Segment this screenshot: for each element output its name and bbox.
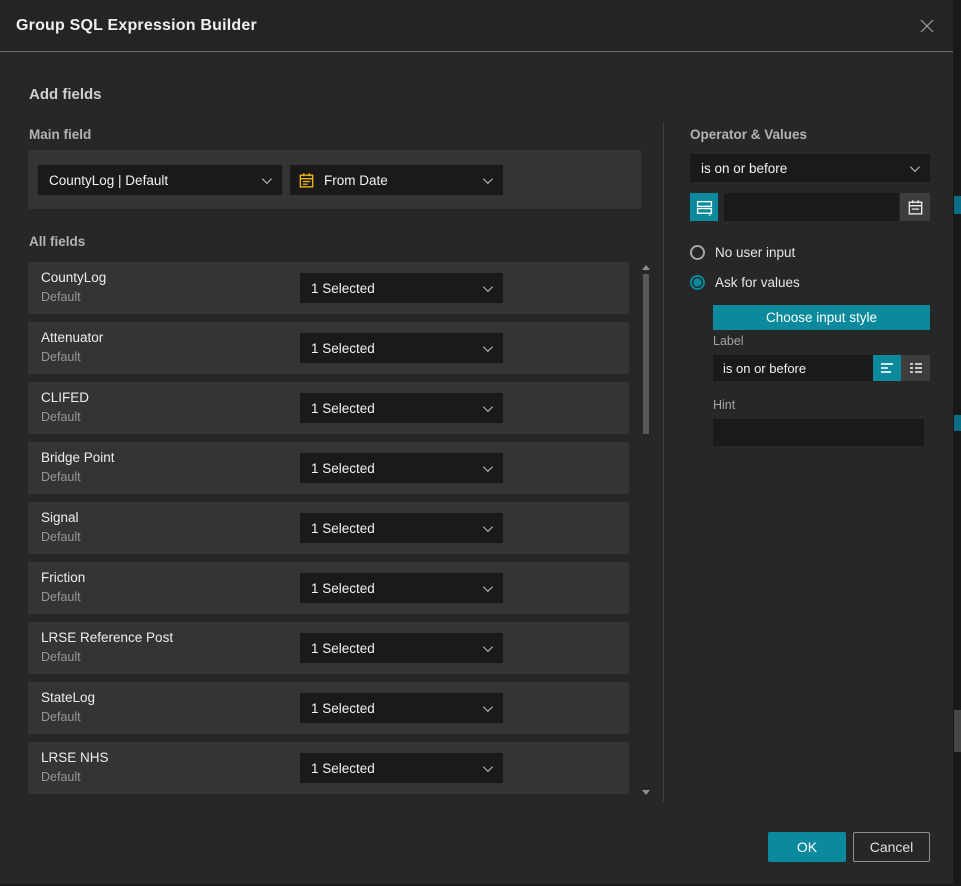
all-fields-label: All fields xyxy=(29,234,85,249)
group-sql-expression-builder-dialog: Group SQL Expression Builder Add fields … xyxy=(0,0,953,884)
field-selection-value: 1 Selected xyxy=(300,641,483,656)
list-options-icon[interactable] xyxy=(901,355,930,381)
field-name: Bridge Point xyxy=(41,450,115,465)
field-selection-value: 1 Selected xyxy=(300,401,483,416)
field-row-lrse-nhs: LRSE NHS Default 1 Selected xyxy=(28,742,629,794)
choose-input-style-button[interactable]: Choose input style xyxy=(713,305,930,330)
chevron-down-icon xyxy=(483,522,493,532)
field-sublabel: Default xyxy=(41,350,81,364)
hint-field-label: Hint xyxy=(713,398,735,412)
field-row-countylog: CountyLog Default 1 Selected xyxy=(28,262,629,314)
close-icon[interactable] xyxy=(915,14,939,38)
field-row-statelog: StateLog Default 1 Selected xyxy=(28,682,629,734)
radio-label: No user input xyxy=(715,245,795,260)
field-selection-value: 1 Selected xyxy=(300,461,483,476)
calendar-date-icon xyxy=(298,172,315,189)
operator-values-heading: Operator & Values xyxy=(690,127,807,142)
field-name: Friction xyxy=(41,570,85,585)
field-name: Attenuator xyxy=(41,330,103,345)
radio-no-user-input[interactable]: No user input xyxy=(690,245,795,260)
scrollbar-up-arrow[interactable] xyxy=(642,265,650,270)
background-fragment-gray xyxy=(954,710,961,752)
radio-ask-for-values[interactable]: Ask for values xyxy=(690,275,800,290)
date-value-input[interactable] xyxy=(724,193,899,221)
chevron-down-icon xyxy=(910,162,920,172)
field-name: CountyLog xyxy=(41,270,106,285)
chevron-down-icon xyxy=(483,462,493,472)
field-row-clifed: CLIFED Default 1 Selected xyxy=(28,382,629,434)
add-fields-heading: Add fields xyxy=(29,86,102,103)
chevron-down-icon xyxy=(483,174,493,184)
field-selection-select[interactable]: 1 Selected xyxy=(300,273,503,303)
field-name: StateLog xyxy=(41,690,95,705)
field-selection-select[interactable]: 1 Selected xyxy=(300,693,503,723)
field-selection-value: 1 Selected xyxy=(300,281,483,296)
field-sublabel: Default xyxy=(41,530,81,544)
main-field-layer-select-value: CountyLog | Default xyxy=(38,173,262,188)
ok-button[interactable]: OK xyxy=(768,832,846,862)
dialog-titlebar: Group SQL Expression Builder xyxy=(0,0,953,52)
field-sublabel: Default xyxy=(41,710,81,724)
field-selection-select[interactable]: 1 Selected xyxy=(300,453,503,483)
chevron-down-icon xyxy=(483,282,493,292)
operator-select[interactable]: is on or before xyxy=(690,154,930,182)
field-selection-select[interactable]: 1 Selected xyxy=(300,633,503,663)
main-field-layer-select[interactable]: CountyLog | Default xyxy=(38,165,282,195)
panel-divider xyxy=(663,122,664,802)
field-row-bridge-point: Bridge Point Default 1 Selected xyxy=(28,442,629,494)
label-input[interactable] xyxy=(713,355,873,381)
chevron-down-icon xyxy=(483,402,493,412)
scrollbar-down-arrow[interactable] xyxy=(642,790,650,795)
input-type-selector-icon[interactable] xyxy=(690,193,718,221)
field-row-signal: Signal Default 1 Selected xyxy=(28,502,629,554)
background-fragment-teal-1 xyxy=(954,196,961,214)
background-fragment-teal-2 xyxy=(954,415,961,431)
field-selection-value: 1 Selected xyxy=(300,581,483,596)
field-sublabel: Default xyxy=(41,770,81,784)
field-selection-select[interactable]: 1 Selected xyxy=(300,513,503,543)
chevron-down-icon xyxy=(483,642,493,652)
main-field-label: Main field xyxy=(29,127,91,142)
field-name: LRSE Reference Post xyxy=(41,630,173,645)
field-sublabel: Default xyxy=(41,290,81,304)
main-field-panel: CountyLog | Default From Date xyxy=(28,150,641,209)
single-line-input-icon[interactable] xyxy=(873,355,901,381)
radio-label: Ask for values xyxy=(715,275,800,290)
field-selection-value: 1 Selected xyxy=(300,761,483,776)
chevron-down-icon xyxy=(483,762,493,772)
chevron-down-icon xyxy=(483,342,493,352)
cancel-button[interactable]: Cancel xyxy=(853,832,930,862)
field-selection-select[interactable]: 1 Selected xyxy=(300,333,503,363)
field-row-friction: Friction Default 1 Selected xyxy=(28,562,629,614)
chevron-down-icon xyxy=(262,174,272,184)
scrollbar-thumb[interactable] xyxy=(643,274,649,434)
field-selection-select[interactable]: 1 Selected xyxy=(300,573,503,603)
field-sublabel: Default xyxy=(41,590,81,604)
field-selection-value: 1 Selected xyxy=(300,521,483,536)
main-field-field-select[interactable]: From Date xyxy=(290,165,503,195)
label-field-label: Label xyxy=(713,334,744,348)
calendar-icon[interactable] xyxy=(900,193,930,221)
field-row-lrse-reference-post: LRSE Reference Post Default 1 Selected xyxy=(28,622,629,674)
field-sublabel: Default xyxy=(41,410,81,424)
dialog-title: Group SQL Expression Builder xyxy=(16,17,257,35)
chevron-down-icon xyxy=(483,582,493,592)
hint-input[interactable] xyxy=(713,419,924,446)
field-selection-select[interactable]: 1 Selected xyxy=(300,753,503,783)
field-row-attenuator: Attenuator Default 1 Selected xyxy=(28,322,629,374)
field-selection-value: 1 Selected xyxy=(300,701,483,716)
field-name: CLIFED xyxy=(41,390,89,405)
chevron-down-icon xyxy=(483,702,493,712)
radio-circle-checked xyxy=(690,275,705,290)
field-sublabel: Default xyxy=(41,470,81,484)
field-sublabel: Default xyxy=(41,650,81,664)
field-name: Signal xyxy=(41,510,79,525)
radio-circle-unchecked xyxy=(690,245,705,260)
field-selection-select[interactable]: 1 Selected xyxy=(300,393,503,423)
field-name: LRSE NHS xyxy=(41,750,109,765)
field-selection-value: 1 Selected xyxy=(300,341,483,356)
operator-select-value: is on or before xyxy=(690,161,910,176)
main-field-field-select-value: From Date xyxy=(315,173,483,188)
